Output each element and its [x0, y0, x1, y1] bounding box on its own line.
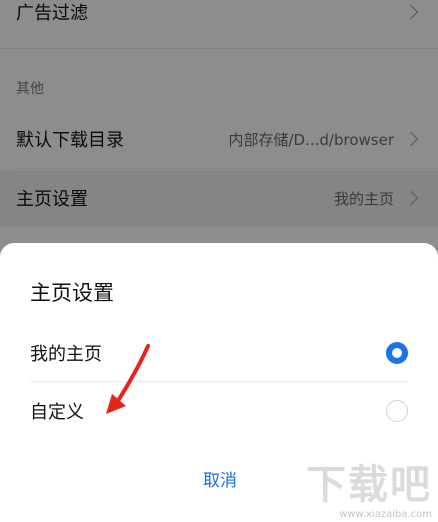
radio-selected-icon[interactable]: [386, 342, 408, 364]
cancel-button[interactable]: 取消: [180, 467, 260, 495]
option-my-homepage[interactable]: 我的主页: [0, 325, 438, 381]
divider: [30, 381, 408, 382]
option-label: 我的主页: [30, 344, 102, 365]
radio-unselected-icon[interactable]: [386, 400, 408, 422]
option-custom[interactable]: 自定义: [0, 383, 438, 439]
dialog-title: 主页设置: [30, 281, 114, 305]
watermark-url: www.xiazaiba.com: [339, 509, 432, 520]
watermark-text: 下载吧: [306, 462, 432, 508]
annotation-arrow-icon: [106, 344, 150, 414]
watermark-logo: 下载吧 www.xiazaiba.com: [292, 452, 432, 520]
option-label: 自定义: [30, 402, 84, 423]
